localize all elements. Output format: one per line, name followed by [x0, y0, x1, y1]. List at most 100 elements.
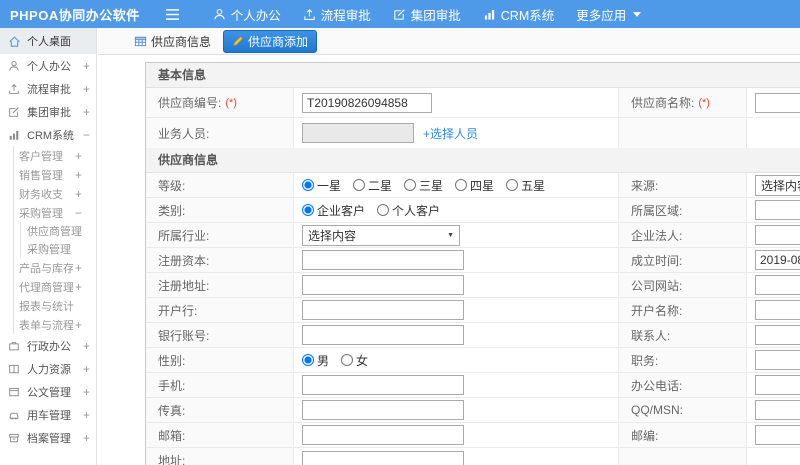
sidebar-item-vehicle-mgmt[interactable]: 用车管理 +	[0, 403, 96, 426]
expand-plus-icon[interactable]: +	[83, 105, 90, 119]
bank-input[interactable]	[302, 300, 464, 320]
level-option[interactable]: 四星	[455, 177, 494, 194]
collapse-minus-icon[interactable]: −	[75, 206, 82, 220]
nav-item-more-apps[interactable]: 更多应用	[565, 0, 652, 28]
tab-supplier-info[interactable]: 供应商信息	[130, 31, 215, 52]
level-radio[interactable]	[455, 179, 468, 191]
field-label: 开户名称:	[631, 303, 683, 318]
office-phone-input[interactable]	[755, 375, 800, 395]
nav-item-flow-approval[interactable]: 流程审批	[292, 0, 382, 28]
sidebar-item-finance[interactable]: 财务收支 +	[14, 184, 96, 203]
bank-account-input[interactable]	[302, 325, 464, 345]
section-basic: 供应商编号: (*) 供应商名称: (*)	[146, 88, 800, 148]
source-select[interactable]: 选择内容 ▼	[755, 174, 800, 196]
sidebar-item-reports[interactable]: 报表与统计	[14, 296, 96, 315]
expand-plus-icon[interactable]: +	[75, 149, 82, 163]
menu-toggle-button[interactable]	[158, 0, 188, 28]
sidebar-item-hr[interactable]: 人力资源 +	[0, 357, 96, 380]
sidebar-item-crm[interactable]: CRM系统 −	[0, 123, 96, 146]
sidebar-item-customer-mgmt[interactable]: 客户管理 +	[14, 146, 96, 165]
qq-msn-input[interactable]	[755, 400, 800, 420]
level-radio[interactable]	[302, 179, 314, 191]
field-label: 性别:	[158, 353, 186, 368]
expand-plus-icon[interactable]: +	[83, 362, 90, 376]
position-input[interactable]	[755, 350, 800, 370]
sidebar-item-sales-mgmt[interactable]: 销售管理 +	[14, 165, 96, 184]
level-option[interactable]: 二星	[353, 177, 392, 194]
field-label: 供应商编号:	[158, 96, 222, 110]
sidebar-item-purchasing[interactable]: 采购管理	[21, 240, 96, 258]
category-option[interactable]: 个人客户	[377, 202, 440, 219]
expand-plus-icon[interactable]: +	[75, 168, 82, 182]
sidebar-item-product-inventory[interactable]: 产品与库存 +	[14, 258, 96, 277]
sidebar-item-personal-office[interactable]: 个人办公 +	[0, 54, 96, 77]
expand-plus-icon[interactable]: +	[75, 187, 82, 201]
sidebar-item-flow-approval[interactable]: 流程审批 +	[0, 77, 96, 100]
contact-person-input[interactable]	[755, 325, 800, 345]
level-option[interactable]: 三星	[404, 177, 443, 194]
registered-address-input[interactable]	[302, 275, 464, 295]
level-radio[interactable]	[404, 179, 417, 191]
sales-person-input[interactable]	[302, 123, 414, 143]
expand-plus-icon[interactable]: +	[83, 339, 90, 353]
level-radio[interactable]	[353, 179, 366, 191]
sidebar-item-group-approval[interactable]: 集团审批 +	[0, 100, 96, 123]
company-website-input[interactable]	[755, 275, 800, 295]
tab-supplier-add[interactable]: 供应商添加	[223, 29, 318, 53]
founded-date-input[interactable]	[755, 250, 800, 270]
expand-plus-icon[interactable]: +	[83, 408, 90, 422]
expand-plus-icon[interactable]: +	[75, 280, 82, 294]
level-option[interactable]: 五星	[506, 177, 545, 194]
category-radio[interactable]	[302, 204, 314, 216]
sidebar-item-admin-office[interactable]: 行政办公 +	[0, 334, 96, 357]
sidebar-item-desktop[interactable]: 个人桌面	[0, 28, 96, 54]
gender-radio[interactable]	[341, 354, 354, 366]
legal-person-input[interactable]	[755, 225, 800, 245]
nav-item-crm[interactable]: CRM系统	[472, 0, 565, 28]
document-icon	[8, 386, 22, 398]
main-content: 供应商信息 供应商添加 基本信息 供应商编号: (*) T20190826094…	[98, 28, 800, 465]
field-label: 手机:	[158, 378, 186, 393]
supplier-name-input[interactable]	[755, 92, 800, 113]
field-label: 传真:	[158, 403, 186, 418]
gender-option[interactable]: 男	[302, 352, 329, 369]
expand-plus-icon[interactable]: +	[75, 318, 82, 332]
field-label: 所属行业:	[158, 228, 210, 243]
gender-option[interactable]: 女	[341, 352, 368, 369]
email-input[interactable]	[302, 425, 464, 445]
level-radio[interactable]	[506, 179, 519, 191]
sidebar-item-form-flow-settings[interactable]: 表单与流程设置 +	[14, 315, 96, 334]
dropdown-arrow-icon: ▼	[447, 231, 454, 239]
registered-capital-input[interactable]	[302, 250, 464, 270]
level-option[interactable]: 一星	[302, 177, 341, 194]
sidebar-item-agent-mgmt[interactable]: 代理商管理 +	[14, 277, 96, 296]
nav-item-personal-office[interactable]: 个人办公	[202, 0, 292, 28]
category-option[interactable]: 企业客户	[302, 202, 365, 219]
form-row: 注册地址: 公司网站:	[146, 273, 800, 298]
fax-input[interactable]	[302, 400, 464, 420]
sidebar-item-purchase-mgmt[interactable]: 采购管理 −	[14, 203, 96, 222]
sidebar-item-supplier-mgmt[interactable]: 供应商管理	[21, 222, 96, 240]
nav-item-group-approval[interactable]: 集团审批	[382, 0, 472, 28]
briefcase-icon	[8, 340, 22, 352]
expand-plus-icon[interactable]: +	[83, 59, 90, 73]
category-radio[interactable]	[377, 204, 390, 216]
field-label: 办公电话:	[631, 378, 683, 393]
gender-radio[interactable]	[302, 354, 314, 366]
expand-plus-icon[interactable]: +	[83, 82, 90, 96]
industry-select[interactable]: 选择内容 ▼	[302, 224, 460, 246]
region-input[interactable]	[755, 200, 800, 220]
sidebar-item-document-mgmt[interactable]: 公文管理 +	[0, 380, 96, 403]
expand-plus-icon[interactable]: +	[75, 261, 82, 275]
field-label: 来源:	[631, 178, 659, 193]
address-input[interactable]	[302, 450, 464, 465]
supplier-code-input[interactable]	[302, 92, 432, 113]
expand-plus-icon[interactable]: +	[83, 385, 90, 399]
sidebar-item-archive-mgmt[interactable]: 档案管理 +	[0, 426, 96, 449]
choose-person-link[interactable]: +选择人员	[423, 125, 478, 142]
account-name-input[interactable]	[755, 300, 800, 320]
mobile-input[interactable]	[302, 375, 464, 395]
expand-plus-icon[interactable]: +	[83, 431, 90, 445]
zip-code-input[interactable]	[755, 425, 800, 445]
collapse-minus-icon[interactable]: −	[83, 128, 90, 142]
